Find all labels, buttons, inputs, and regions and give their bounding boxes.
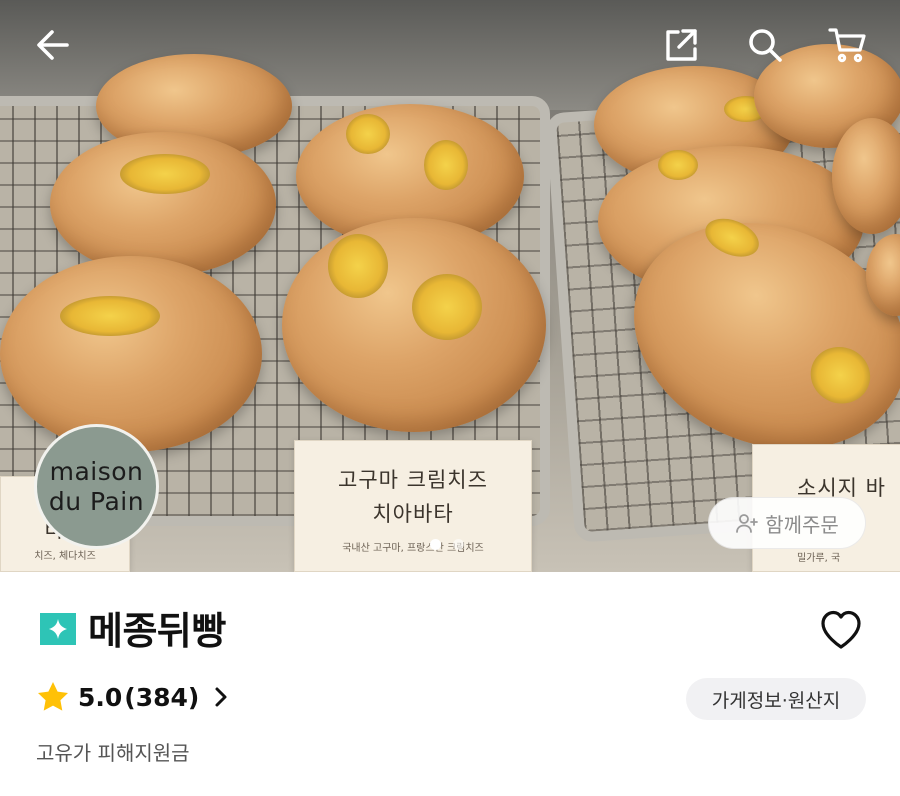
add-person-icon (736, 514, 759, 533)
chevron-right-icon (215, 687, 227, 707)
search-icon (749, 29, 782, 62)
review-count: (384) (124, 682, 200, 712)
label-sub: 치즈, 체다치즈 (34, 551, 96, 562)
logo-text-line1: maison (49, 456, 144, 486)
share-button[interactable] (658, 22, 704, 68)
cart-icon (828, 28, 866, 63)
cart-button[interactable] (824, 22, 870, 68)
carousel-dot-active[interactable] (430, 539, 441, 550)
rating-score: 5.0 (78, 682, 123, 712)
rating-summary-link[interactable]: 5.0 (384) (36, 680, 231, 714)
verified-store-badge-icon (38, 611, 78, 647)
store-name-title: 메종뒤빵 (88, 609, 226, 653)
label-sub: 밀가루, 국 (797, 553, 841, 564)
back-button[interactable] (30, 22, 76, 68)
bread-item (0, 256, 262, 452)
star-icon (38, 682, 68, 711)
favorite-button[interactable] (818, 607, 864, 653)
product-label-card-center: 고구마 크림치즈 치아바타 국내산 고구마, 프랑스산 크림치즈 (294, 440, 532, 572)
store-logo: maison du Pain (34, 424, 159, 549)
bread-item (50, 132, 276, 276)
carousel-dot[interactable] (453, 539, 464, 550)
store-hero-photo[interactable]: 치 바타 치즈, 체다치즈 고구마 크림치즈 치아바타 국내산 고구마, 프랑스… (0, 0, 900, 572)
logo-text-line2: du Pain (48, 486, 145, 516)
heart-icon (821, 610, 861, 649)
label-title-line2: 치아바타 (372, 502, 454, 526)
group-order-label: 함께주문 (765, 512, 839, 537)
label-title-line1: 고구마 크림치즈 (338, 468, 488, 492)
share-external-icon (666, 29, 697, 61)
search-button[interactable] (742, 22, 788, 68)
carousel-pagination (430, 539, 464, 550)
group-order-button[interactable]: 함께주문 (708, 497, 866, 549)
arrow-left-icon (37, 30, 69, 60)
bread-item (282, 218, 546, 432)
store-info-origin-button[interactable]: 가게정보·원산지 (686, 678, 866, 720)
label-sub: 국내산 고구마, 프랑스산 크림치즈 (342, 543, 484, 554)
support-fund-text: 고유가 피해지원금 (36, 741, 190, 765)
